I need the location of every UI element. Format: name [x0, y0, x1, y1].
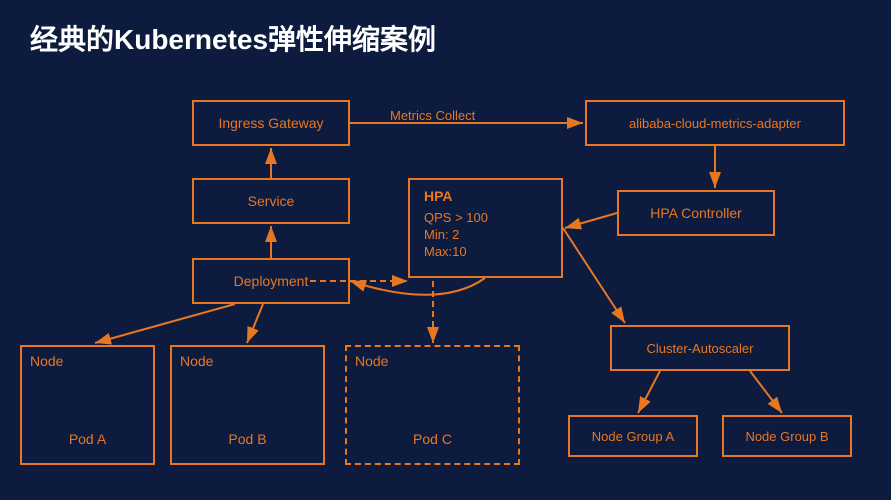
alibaba-adapter-label: alibaba-cloud-metrics-adapter [629, 116, 801, 131]
pod-a-label: Pod A [30, 431, 145, 447]
node-group-a-box: Node Group A [568, 415, 698, 457]
node-group-a-label: Node Group A [592, 429, 674, 444]
ingress-gateway-box: Ingress Gateway [192, 100, 350, 146]
hpa-box: HPA QPS > 100 Min: 2 Max:10 [408, 178, 563, 278]
node-c-label: Node [355, 353, 388, 369]
hpa-controller-label: HPA Controller [650, 205, 742, 221]
pod-c-label: Pod C [355, 431, 510, 447]
service-box: Service [192, 178, 350, 224]
node-c-box: Node Pod C [345, 345, 520, 465]
node-group-b-box: Node Group B [722, 415, 852, 457]
node-a-label: Node [30, 353, 63, 369]
metrics-collect-label: Metrics Collect [390, 108, 475, 123]
hpa-line2: Min: 2 [424, 227, 547, 242]
ingress-gateway-label: Ingress Gateway [218, 115, 323, 131]
node-b-label: Node [180, 353, 213, 369]
cluster-autoscaler-box: Cluster-Autoscaler [610, 325, 790, 371]
deployment-label: Deployment [234, 273, 309, 289]
cluster-autoscaler-label: Cluster-Autoscaler [647, 341, 754, 356]
hpa-line3: Max:10 [424, 244, 547, 259]
page-title: 经典的Kubernetes弹性伸缩案例 [30, 18, 436, 58]
hpa-line1: QPS > 100 [424, 210, 547, 225]
service-label: Service [248, 193, 295, 209]
pod-b-label: Pod B [180, 431, 315, 447]
node-b-box: Node Pod B [170, 345, 325, 465]
node-group-b-label: Node Group B [745, 429, 828, 444]
alibaba-adapter-box: alibaba-cloud-metrics-adapter [585, 100, 845, 146]
deployment-box: Deployment [192, 258, 350, 304]
node-a-box: Node Pod A [20, 345, 155, 465]
hpa-controller-box: HPA Controller [617, 190, 775, 236]
hpa-title: HPA [424, 188, 547, 204]
